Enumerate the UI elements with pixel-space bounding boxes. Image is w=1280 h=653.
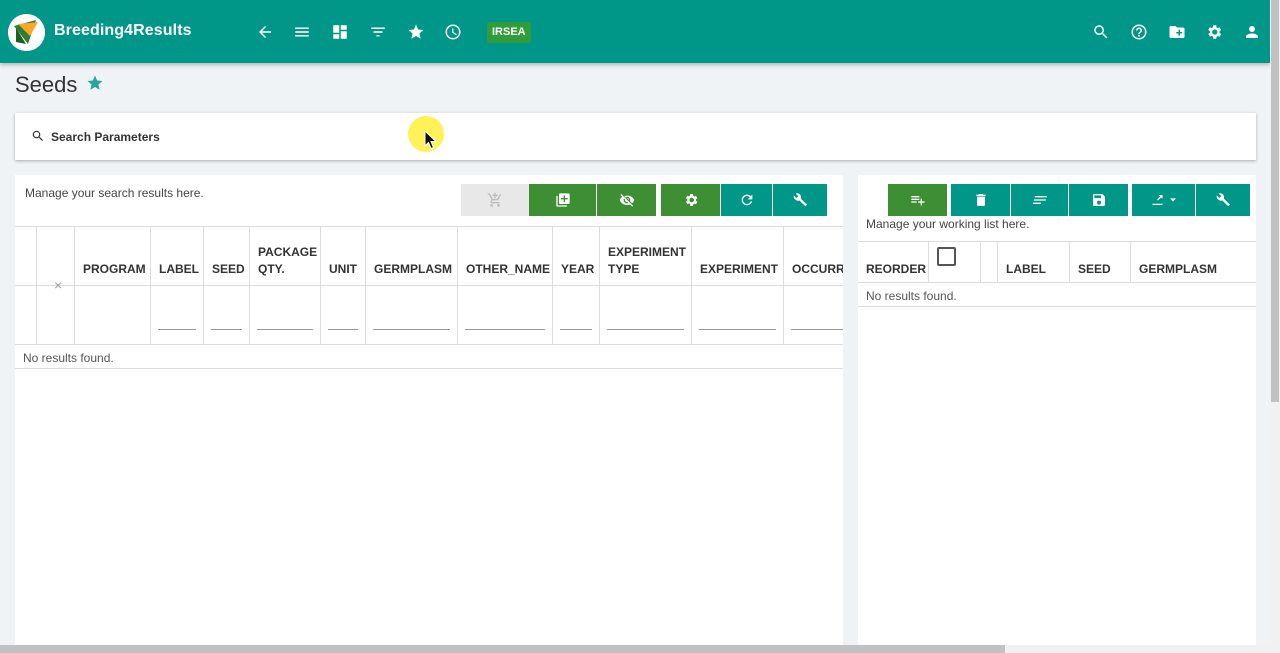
results-filter-row	[15, 286, 843, 345]
col-header-reorder[interactable]: REORDER	[858, 242, 929, 282]
trash-icon	[975, 194, 986, 206]
add-to-working-list-button[interactable]	[888, 184, 947, 216]
folder-icon[interactable]	[1165, 20, 1189, 44]
favorite-star-icon[interactable]	[86, 74, 104, 92]
search-params-icon	[31, 129, 45, 143]
caret-down-icon	[1169, 198, 1176, 202]
hide-button[interactable]	[597, 184, 656, 216]
col-header-germplasm[interactable]: GERMPLASM	[1131, 242, 1256, 282]
working-list-empty-message: No results found.	[858, 283, 1256, 307]
results-grid: PROGRAM LABEL SEED PACKAGE QTY. UNIT GER…	[15, 226, 843, 369]
add-to-cart-button[interactable]	[461, 184, 529, 216]
library-add-icon	[555, 193, 570, 207]
filter-occurrence[interactable]	[784, 286, 843, 344]
col-header-program[interactable]: PROGRAM	[75, 227, 151, 285]
export-dropdown-button[interactable]	[1132, 184, 1195, 216]
notes-icon	[1032, 196, 1047, 204]
manage-working-list-text: Manage your working list here.	[866, 217, 1030, 231]
grid-col-blank	[15, 227, 37, 285]
gear-icon[interactable]	[1202, 20, 1226, 44]
star-icon[interactable]	[404, 20, 428, 44]
add-to-list-button[interactable]	[529, 184, 596, 216]
col-header-seed[interactable]: SEED	[204, 227, 250, 285]
eye-off-icon	[619, 194, 634, 207]
dashboard-icon[interactable]	[328, 20, 352, 44]
clear-filters-icon[interactable]: ×	[54, 277, 62, 293]
filter-cell-blank	[15, 286, 37, 344]
refresh-icon	[741, 194, 752, 206]
app-logo[interactable]	[8, 14, 45, 51]
wrench-icon	[1216, 193, 1231, 207]
vertical-scroll-thumb[interactable]	[1271, 0, 1279, 402]
vertical-scrollbar[interactable]	[1270, 0, 1280, 653]
col-header-other-name[interactable]: OTHER_NAME	[458, 227, 553, 285]
filter-germplasm[interactable]	[366, 286, 458, 344]
col-header-blank	[981, 242, 998, 282]
col-header-label[interactable]: LABEL	[998, 242, 1070, 282]
horizontal-scrollbar[interactable]	[0, 645, 1270, 653]
filter-other-name[interactable]	[458, 286, 553, 344]
top-bar: Breeding4Results IRSEA	[0, 0, 1270, 63]
program-badge[interactable]: IRSEA	[487, 22, 531, 43]
filter-label[interactable]	[151, 286, 204, 344]
filter-experiment-type[interactable]	[600, 286, 692, 344]
mouse-cursor-icon	[424, 130, 438, 150]
save-icon	[1092, 194, 1105, 206]
col-header-label[interactable]: LABEL	[151, 227, 204, 285]
col-header-experiment[interactable]: EXPERIMENT	[692, 227, 784, 285]
horizontal-scroll-thumb[interactable]	[0, 645, 1005, 653]
filter-year[interactable]	[553, 286, 600, 344]
col-header-seed[interactable]: SEED	[1070, 242, 1131, 282]
sort-button[interactable]	[1011, 184, 1068, 216]
refresh-button[interactable]	[721, 184, 772, 216]
search-results-panel: Manage your search results here. PROGRAM…	[15, 175, 843, 645]
filter-package-qty[interactable]	[250, 286, 321, 344]
col-header-package-qty[interactable]: PACKAGE QTY.	[250, 227, 321, 285]
select-all-checkbox[interactable]	[937, 247, 956, 266]
gear-icon	[685, 194, 697, 206]
col-header-year[interactable]: YEAR	[553, 227, 600, 285]
search-parameters-panel[interactable]: Search Parameters	[15, 113, 1256, 160]
help-icon[interactable]	[1127, 20, 1151, 44]
user-icon[interactable]	[1240, 20, 1264, 44]
col-header-germplasm[interactable]: GERMPLASM	[366, 227, 458, 285]
col-header-unit[interactable]: UNIT	[321, 227, 366, 285]
tools-button[interactable]	[773, 184, 827, 216]
manage-results-text: Manage your search results here.	[25, 186, 204, 200]
playlist-add-icon	[910, 196, 925, 206]
working-list-panel: Manage your working list here. REORDER L…	[858, 175, 1256, 645]
filter-unit[interactable]	[321, 286, 366, 344]
back-arrow-icon[interactable]	[253, 20, 277, 44]
filter-icon[interactable]	[366, 20, 390, 44]
brand-name[interactable]: Breeding4Results	[54, 22, 192, 40]
cart-plus-icon	[487, 192, 502, 207]
working-list-header-row: REORDER LABEL SEED GERMPLASM	[858, 241, 1256, 283]
page-title: Seeds	[15, 72, 78, 97]
col-header-occurrence[interactable]: OCCURRE	[784, 227, 843, 285]
search-parameters-label[interactable]: Search Parameters	[51, 130, 160, 144]
filter-cell-clear[interactable]	[37, 286, 75, 344]
working-list-tools-button[interactable]	[1196, 184, 1250, 216]
filter-seed[interactable]	[204, 286, 250, 344]
export-icon	[1152, 195, 1162, 205]
filter-program[interactable]	[75, 286, 151, 344]
col-header-experiment-type[interactable]: EXPERIMENT TYPE	[600, 227, 692, 285]
search-icon[interactable]	[1089, 20, 1113, 44]
col-header-select-all[interactable]	[929, 242, 981, 282]
save-button[interactable]	[1069, 184, 1128, 216]
filter-experiment[interactable]	[692, 286, 784, 344]
results-empty-message: No results found.	[15, 345, 843, 369]
results-header-row: PROGRAM LABEL SEED PACKAGE QTY. UNIT GER…	[15, 227, 843, 286]
settings-button[interactable]	[661, 184, 720, 216]
history-icon[interactable]	[441, 20, 465, 44]
menu-icon[interactable]	[290, 20, 314, 44]
wrench-icon	[793, 193, 808, 207]
delete-button[interactable]	[951, 184, 1010, 216]
